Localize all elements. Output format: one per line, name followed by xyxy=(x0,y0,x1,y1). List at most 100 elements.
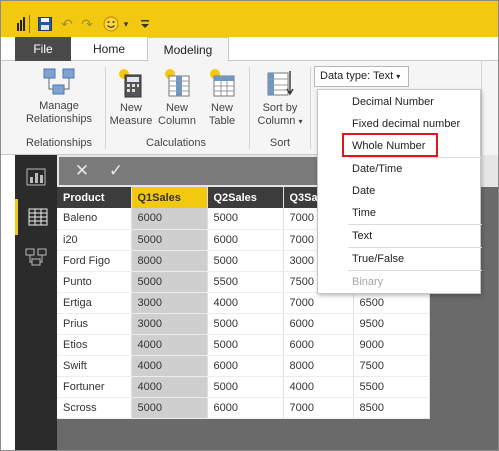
table-cell[interactable]: 7000 xyxy=(283,397,354,419)
new-measure-label: New Measure xyxy=(109,102,153,127)
highlight-box xyxy=(342,133,438,157)
table-cell[interactable]: 4000 xyxy=(131,355,208,377)
column-header-q1sales[interactable]: Q1Sales xyxy=(131,187,208,208)
table-cell[interactable]: 4000 xyxy=(207,292,284,314)
table-cell[interactable]: 5500 xyxy=(353,376,430,398)
table-cell[interactable]: 6000 xyxy=(207,229,284,251)
table-cell[interactable]: 8000 xyxy=(131,250,208,272)
column-header-product[interactable]: Product xyxy=(57,187,132,208)
table-row: Etios 4000 5000 6000 9000 xyxy=(57,334,430,356)
divider xyxy=(249,67,250,149)
app-logo-icon xyxy=(17,16,25,32)
app-window: ↶ ↷ ▾ File Home Modeling Manage Relation… xyxy=(0,0,499,451)
redo-icon[interactable]: ↷ xyxy=(79,16,95,32)
close-icon[interactable]: ✕ xyxy=(69,161,95,181)
new-column-icon xyxy=(165,69,190,97)
menu-item-text[interactable]: Text xyxy=(352,230,372,242)
table-cell[interactable]: Ertiga xyxy=(57,292,132,314)
relationships-icon xyxy=(25,248,47,266)
table-cell[interactable]: 5000 xyxy=(131,229,208,251)
table-cell[interactable]: 7000 xyxy=(283,292,354,314)
column-header-q2sales[interactable]: Q2Sales xyxy=(207,187,284,208)
bar-chart-icon xyxy=(26,168,46,186)
divider xyxy=(29,15,30,33)
save-icon[interactable] xyxy=(37,16,53,32)
table-cell[interactable]: Prius xyxy=(57,313,132,335)
table-cell[interactable]: 7500 xyxy=(353,355,430,377)
chevron-down-icon[interactable]: ▾ xyxy=(121,16,131,32)
new-table-icon xyxy=(210,69,235,97)
table-cell[interactable]: 5000 xyxy=(131,271,208,293)
data-view-button[interactable] xyxy=(15,199,57,235)
data-type-menu: Decimal Number Fixed decimal number Whol… xyxy=(317,89,482,294)
table-cell[interactable]: 5500 xyxy=(207,271,284,293)
tab-file[interactable]: File xyxy=(15,37,71,61)
table-cell[interactable]: 6500 xyxy=(353,292,430,314)
table-grid-icon xyxy=(28,208,47,226)
menu-item-time[interactable]: Time xyxy=(352,207,376,219)
table-cell[interactable]: Punto xyxy=(57,271,132,293)
smiley-icon[interactable] xyxy=(101,16,121,32)
table-cell[interactable]: 6000 xyxy=(207,355,284,377)
formula-bar-controls: ✕ ✓ xyxy=(59,157,319,185)
menu-item-fixed-decimal-number[interactable]: Fixed decimal number xyxy=(352,118,460,130)
table-cell[interactable]: Fortuner xyxy=(57,376,132,398)
table-cell[interactable]: 4000 xyxy=(131,376,208,398)
table-cell[interactable]: 4000 xyxy=(131,334,208,356)
new-measure-button[interactable]: New Measure xyxy=(109,67,153,128)
check-icon[interactable]: ✓ xyxy=(103,161,129,181)
table-cell[interactable]: 5000 xyxy=(207,334,284,356)
chevron-down-icon: ▾ xyxy=(396,72,401,81)
ribbon-tabs: File Home Modeling xyxy=(1,37,498,62)
table-cell[interactable]: 8500 xyxy=(353,397,430,419)
table-cell[interactable]: Scross xyxy=(57,397,132,419)
tab-modeling[interactable]: Modeling xyxy=(147,37,229,62)
table-cell[interactable]: Swift xyxy=(57,355,132,377)
relationship-view-button[interactable] xyxy=(15,239,57,275)
undo-icon[interactable]: ↶ xyxy=(59,16,75,32)
table-cell[interactable]: 3000 xyxy=(131,292,208,314)
data-type-dropdown[interactable]: Data type: Text ▾ xyxy=(314,66,409,87)
table-cell[interactable]: 5000 xyxy=(131,397,208,419)
menu-item-decimal-number[interactable]: Decimal Number xyxy=(352,96,434,108)
divider xyxy=(348,157,482,158)
manage-relationships-button[interactable]: Manage Relationships xyxy=(21,67,97,126)
left-nav xyxy=(15,155,57,450)
table-cell[interactable]: i20 xyxy=(57,229,132,251)
ribbon-overflow xyxy=(481,61,498,155)
new-column-button[interactable]: New Column xyxy=(155,67,199,128)
menu-item-binary: Binary xyxy=(352,276,384,288)
table-cell[interactable]: 3000 xyxy=(131,313,208,335)
menu-item-true-false[interactable]: True/False xyxy=(352,253,404,265)
table-cell[interactable]: 6000 xyxy=(283,313,354,335)
table-cell[interactable]: 6000 xyxy=(283,334,354,356)
new-table-button[interactable]: New Table xyxy=(201,67,243,128)
menu-item-date[interactable]: Date xyxy=(352,185,375,197)
table-cell[interactable]: Baleno xyxy=(57,208,132,230)
calculator-icon xyxy=(119,69,142,98)
table-cell[interactable]: 5000 xyxy=(207,250,284,272)
relationships-group-label: Relationships xyxy=(25,137,93,149)
table-cell[interactable]: 4000 xyxy=(283,376,354,398)
table-cell[interactable]: 6000 xyxy=(207,397,284,419)
menu-item-date-time[interactable]: Date/Time xyxy=(352,163,402,175)
table-cell[interactable]: Ford Figo xyxy=(57,250,132,272)
customize-quick-access-icon[interactable] xyxy=(139,16,151,32)
data-type-label: Data type: Text xyxy=(320,70,394,82)
report-view-button[interactable] xyxy=(15,159,57,195)
table-cell[interactable]: 8000 xyxy=(283,355,354,377)
table-cell[interactable]: 5000 xyxy=(207,313,284,335)
tab-home[interactable]: Home xyxy=(71,37,147,61)
table-cell[interactable]: 5000 xyxy=(207,376,284,398)
table-cell[interactable]: 6000 xyxy=(131,208,208,230)
new-column-label: New Column xyxy=(158,102,196,127)
sort-by-column-button[interactable]: Sort by Column ▾ xyxy=(253,67,307,128)
table-cell[interactable]: Etios xyxy=(57,334,132,356)
table-row: Prius 3000 5000 6000 9500 xyxy=(57,313,430,335)
divider xyxy=(310,67,311,149)
table-cell[interactable]: 5000 xyxy=(207,208,284,230)
table-cell[interactable]: 9000 xyxy=(353,334,430,356)
divider xyxy=(348,247,482,248)
table-cell[interactable]: 9500 xyxy=(353,313,430,335)
sort-icon xyxy=(267,71,294,96)
